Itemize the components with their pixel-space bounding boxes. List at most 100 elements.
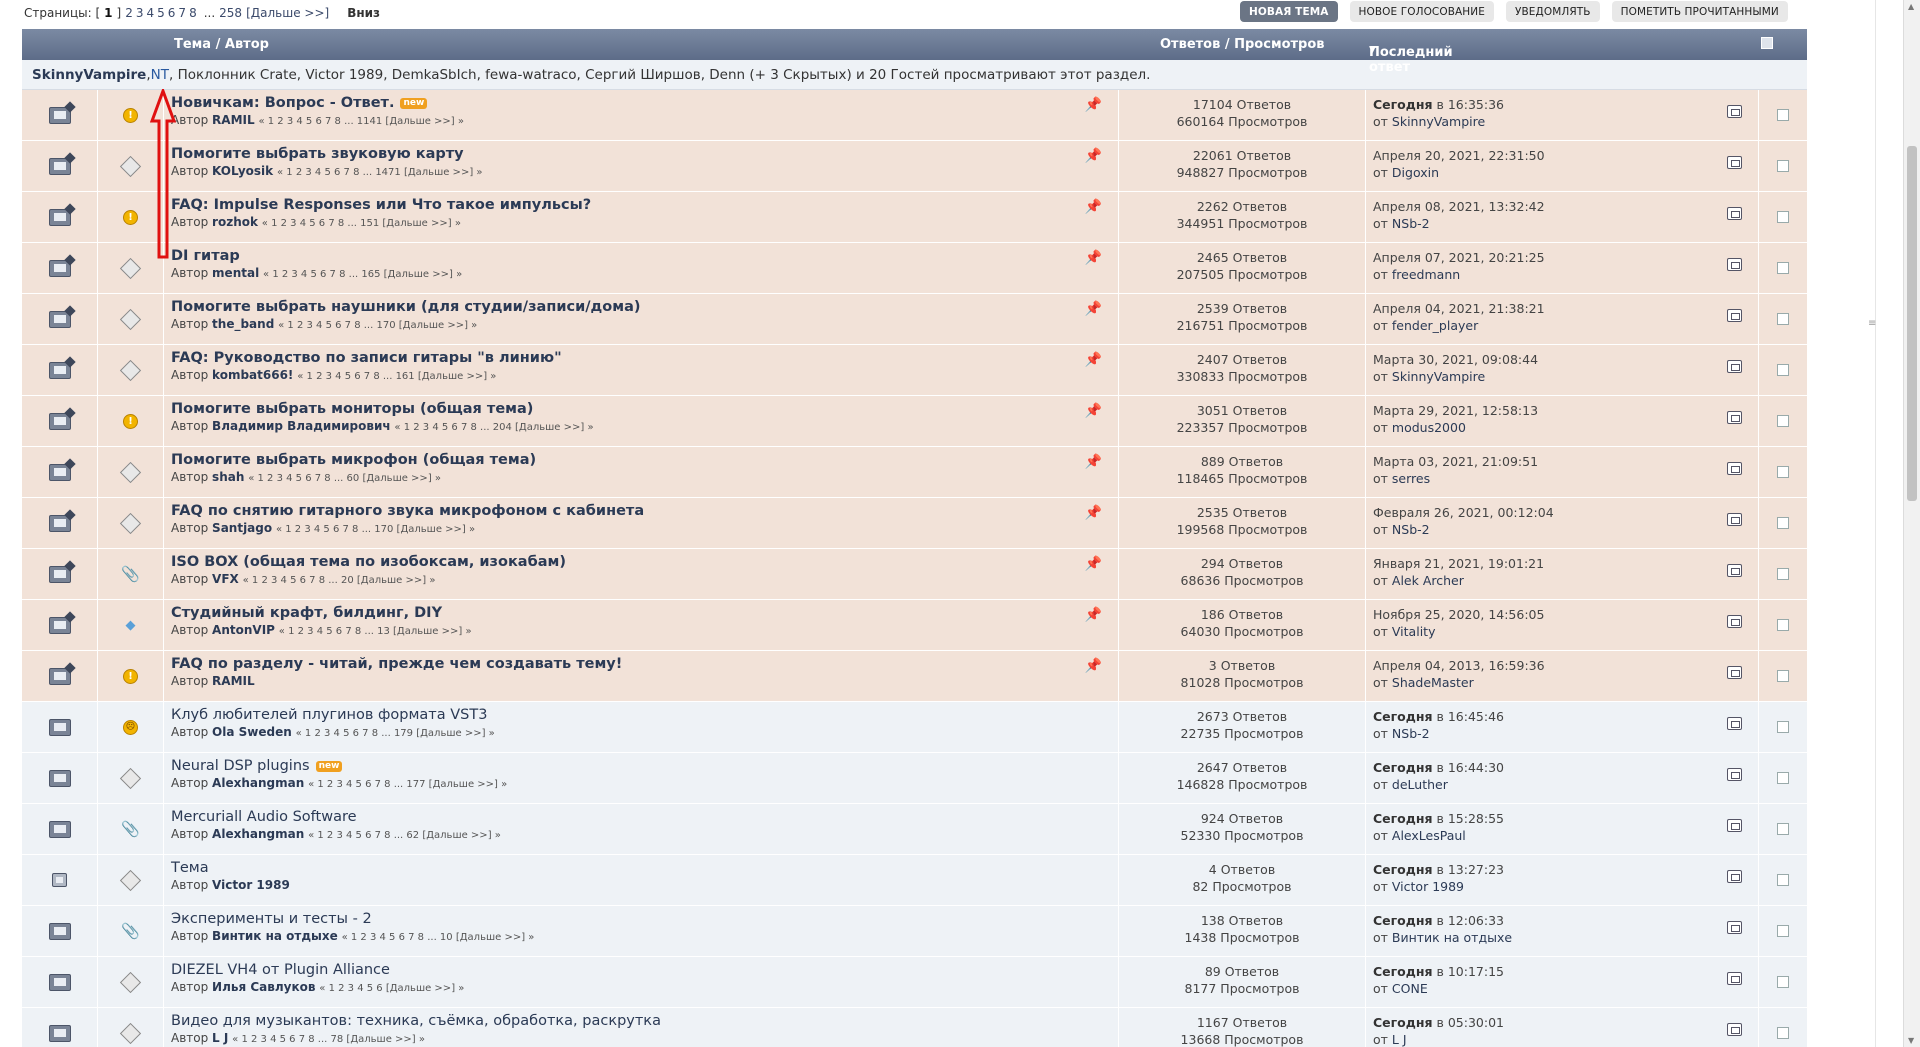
author-link[interactable]: Винтик на отдыхе [212,929,338,943]
select-all-checkbox[interactable] [1761,37,1773,49]
topic-checkbox[interactable] [1777,823,1789,835]
topic-checkbox[interactable] [1777,160,1789,172]
last-poster-link[interactable]: Victor 1989 [1392,879,1464,894]
last-poster-link[interactable]: deLuther [1392,777,1448,792]
topic-checkbox[interactable] [1777,772,1789,784]
goto-last-post-icon[interactable] [1727,411,1742,424]
topic-pages[interactable]: « 1 2 3 4 5 6 7 8 ... 170 [Дальше >>] » [278,320,477,331]
vertical-scrollbar[interactable]: ▲ ▼ [1903,0,1920,1047]
topic-checkbox[interactable] [1777,874,1789,886]
page-link[interactable]: 7 [178,6,186,20]
topic-pages[interactable]: « 1 2 3 4 5 6 7 8 ... 78 [Дальше >>] » [232,1034,425,1045]
topic-pages[interactable]: « 1 2 3 4 5 6 7 8 ... 1471 [Дальше >>] » [277,167,483,178]
topic-pages[interactable]: « 1 2 3 4 5 6 7 8 ... 177 [Дальше >>] » [308,779,507,790]
author-link[interactable]: mental [212,266,259,280]
author-link[interactable]: Alexhangman [212,776,304,790]
topic-checkbox[interactable] [1777,109,1789,121]
topic-title-link[interactable]: Помогите выбрать микрофон (общая тема) [171,452,536,468]
scroll-thumb[interactable] [1907,146,1917,501]
topic-pages[interactable]: « 1 2 3 4 5 6 7 8 ... 165 [Дальше >>] » [263,269,462,280]
topic-pages[interactable]: « 1 2 3 4 5 6 7 8 ... 170 [Дальше >>] » [276,524,475,535]
author-link[interactable]: the_band [212,317,274,331]
last-poster-link[interactable]: L J [1392,1032,1407,1047]
mark-read-button[interactable]: ПОМЕТИТЬ ПРОЧИТАННЫМИ [1611,1,1788,22]
topic-checkbox[interactable] [1777,976,1789,988]
topic-pages[interactable]: « 1 2 3 4 5 6 7 8 ... 62 [Дальше >>] » [308,830,501,841]
last-poster-link[interactable]: CONE [1392,981,1428,996]
goto-last-post-icon[interactable] [1727,360,1742,373]
page-link[interactable]: 6 [168,6,176,20]
topic-pages[interactable]: « 1 2 3 4 5 6 7 8 ... 161 [Дальше >>] » [297,371,496,382]
topic-checkbox[interactable] [1777,670,1789,682]
goto-last-post-icon[interactable] [1727,870,1742,883]
goto-last-post-icon[interactable] [1727,768,1742,781]
page-link[interactable]: 2 [125,6,133,20]
goto-last-post-icon[interactable] [1727,156,1742,169]
topic-title-link[interactable]: Тема [171,860,209,876]
header-stats[interactable]: Ответов / Просмотров [1160,37,1325,52]
goto-last-post-icon[interactable] [1727,564,1742,577]
topic-checkbox[interactable] [1777,1027,1789,1039]
topic-checkbox[interactable] [1777,313,1789,325]
topic-pages[interactable]: « 1 2 3 4 5 6 7 8 ... 204 [Дальше >>] » [394,422,593,433]
topic-pages[interactable]: « 1 2 3 4 5 6 7 8 ... 1141 [Дальше >>] » [258,116,464,127]
author-link[interactable]: shah [212,470,244,484]
scroll-up-icon[interactable]: ▲ [1908,2,1914,11]
topic-checkbox[interactable] [1777,568,1789,580]
last-poster-link[interactable]: serres [1392,471,1430,486]
last-poster-link[interactable]: Alek Archer [1392,573,1464,588]
last-poster-link[interactable]: NSb-2 [1392,726,1430,741]
goto-last-post-icon[interactable] [1727,207,1742,220]
page-link[interactable]: 3 [136,6,144,20]
page-link[interactable]: 8 [189,6,197,20]
goto-last-post-icon[interactable] [1727,666,1742,679]
topic-title-link[interactable]: Помогите выбрать мониторы (общая тема) [171,401,533,417]
goto-last-post-icon[interactable] [1727,309,1742,322]
last-poster-link[interactable]: modus2000 [1392,420,1466,435]
topic-pages[interactable]: « 1 2 3 4 5 6 [Дальше >>] » [319,983,464,994]
topic-title-link[interactable]: DI гитар [171,248,240,264]
goto-last-post-icon[interactable] [1727,105,1742,118]
topic-pages[interactable]: « 1 2 3 4 5 6 7 8 ... 151 [Дальше >>] » [262,218,461,229]
topic-pages[interactable]: « 1 2 3 4 5 6 7 8 ... 179 [Дальше >>] » [296,728,495,739]
new-topic-button[interactable]: НОВАЯ ТЕМА [1240,1,1338,22]
goto-last-post-icon[interactable] [1727,972,1742,985]
topic-checkbox[interactable] [1777,619,1789,631]
author-link[interactable]: kombat666! [212,368,293,382]
new-badge[interactable]: new [400,98,428,109]
goto-last-post-icon[interactable] [1727,258,1742,271]
last-poster-link[interactable]: Vitality [1392,624,1436,639]
topic-checkbox[interactable] [1777,925,1789,937]
topic-title-link[interactable]: Помогите выбрать наушники (для студии/за… [171,299,640,315]
topic-title-link[interactable]: FAQ: Руководство по записи гитары "в лин… [171,350,562,366]
author-link[interactable]: KOLyosik [212,164,273,178]
last-poster-link[interactable]: AlexLesPaul [1392,828,1466,843]
notify-button[interactable]: УВЕДОМЛЯТЬ [1506,1,1600,22]
resize-handle-icon[interactable]: ≡ [1868,318,1876,329]
topic-title-link[interactable]: Новичкам: Вопрос - Ответ. [171,95,394,111]
author-link[interactable]: Santjago [212,521,272,535]
topic-title-link[interactable]: ISO BOX (общая тема по изобоксам, изокаб… [171,554,566,570]
author-link[interactable]: VFX [212,572,239,586]
last-poster-link[interactable]: SkinnyVampire [1392,369,1485,384]
topic-checkbox[interactable] [1777,721,1789,733]
last-poster-link[interactable]: Винтик на отдыхе [1392,930,1512,945]
scroll-down-link[interactable]: Вниз [347,6,380,20]
author-link[interactable]: rozhok [212,215,258,229]
goto-last-post-icon[interactable] [1727,513,1742,526]
author-link[interactable]: Ola Sweden [212,725,292,739]
page-last[interactable]: 258 [219,6,242,20]
last-poster-link[interactable]: freedmann [1392,267,1460,282]
last-poster-link[interactable]: NSb-2 [1392,522,1430,537]
topic-checkbox[interactable] [1777,517,1789,529]
topic-title-link[interactable]: Студийный крафт, билдинг, DIY [171,605,442,621]
viewer-nt[interactable]: NT [151,67,169,83]
goto-last-post-icon[interactable] [1727,819,1742,832]
new-badge[interactable]: new [315,761,343,772]
topic-title-link[interactable]: DIEZEL VH4 от Plugin Alliance [171,962,390,978]
author-link[interactable]: Владимир Владимирович [212,419,391,433]
topic-checkbox[interactable] [1777,466,1789,478]
topic-title-link[interactable]: FAQ по разделу - читай, прежде чем созда… [171,656,622,672]
header-topic[interactable]: Тема / Автор [174,37,269,52]
page-next[interactable]: [Дальше >>] [246,6,329,20]
